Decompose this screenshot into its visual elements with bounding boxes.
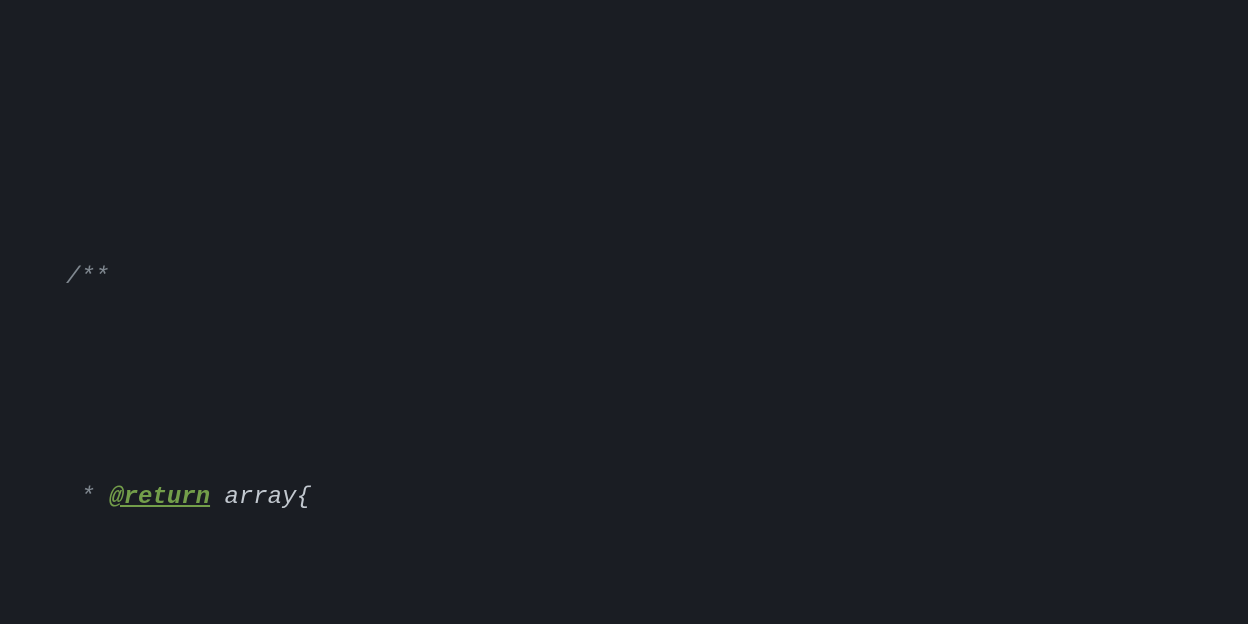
code-editor[interactable]: /** * @return array{ * token: string, * … bbox=[0, 0, 1248, 624]
gutter bbox=[0, 0, 12, 624]
docblock-open: /** bbox=[66, 264, 109, 291]
docblock-star: * bbox=[66, 484, 109, 511]
code-line[interactable]: /** bbox=[0, 256, 1248, 300]
code-line[interactable]: * @return array{ bbox=[0, 476, 1248, 520]
docblock-text: array{ bbox=[210, 484, 311, 511]
return-tag: @return bbox=[109, 484, 210, 511]
